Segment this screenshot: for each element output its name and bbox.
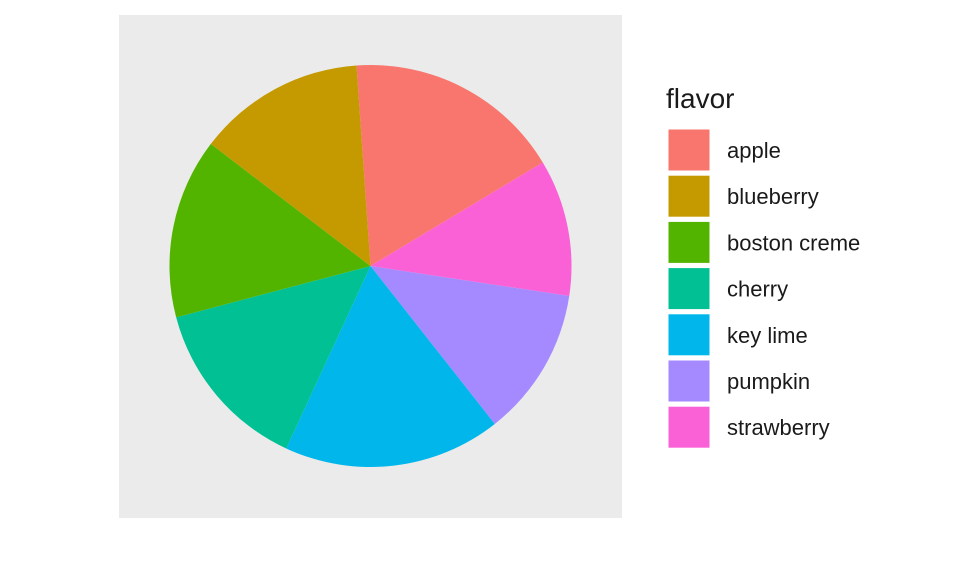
legend-key-key-lime xyxy=(667,313,711,357)
legend-label-key-lime: key lime xyxy=(727,323,808,348)
legend-label-strawberry: strawberry xyxy=(727,415,830,440)
legend-title: flavor xyxy=(666,83,734,114)
legend-label-cherry: cherry xyxy=(727,277,788,302)
legend-items: apple blueberry boston creme cherry key lime… xyxy=(667,128,860,449)
legend-key-pumpkin xyxy=(667,359,711,403)
legend-key-apple xyxy=(667,128,711,172)
pie-slices xyxy=(169,65,572,467)
legend-label-boston-creme: boston creme xyxy=(727,230,860,255)
legend-key-strawberry xyxy=(667,405,711,449)
legend-key-cherry xyxy=(667,267,711,311)
pie-chart: flavor apple blueberry boston creme cherry k… xyxy=(119,15,860,518)
legend-label-blueberry: blueberry xyxy=(727,184,819,209)
legend: flavor apple blueberry boston creme cherry k… xyxy=(666,83,860,449)
legend-label-pumpkin: pumpkin xyxy=(727,369,810,394)
legend-label-apple: apple xyxy=(727,138,781,163)
legend-key-boston-creme xyxy=(667,220,711,264)
legend-key-blueberry xyxy=(667,174,711,218)
